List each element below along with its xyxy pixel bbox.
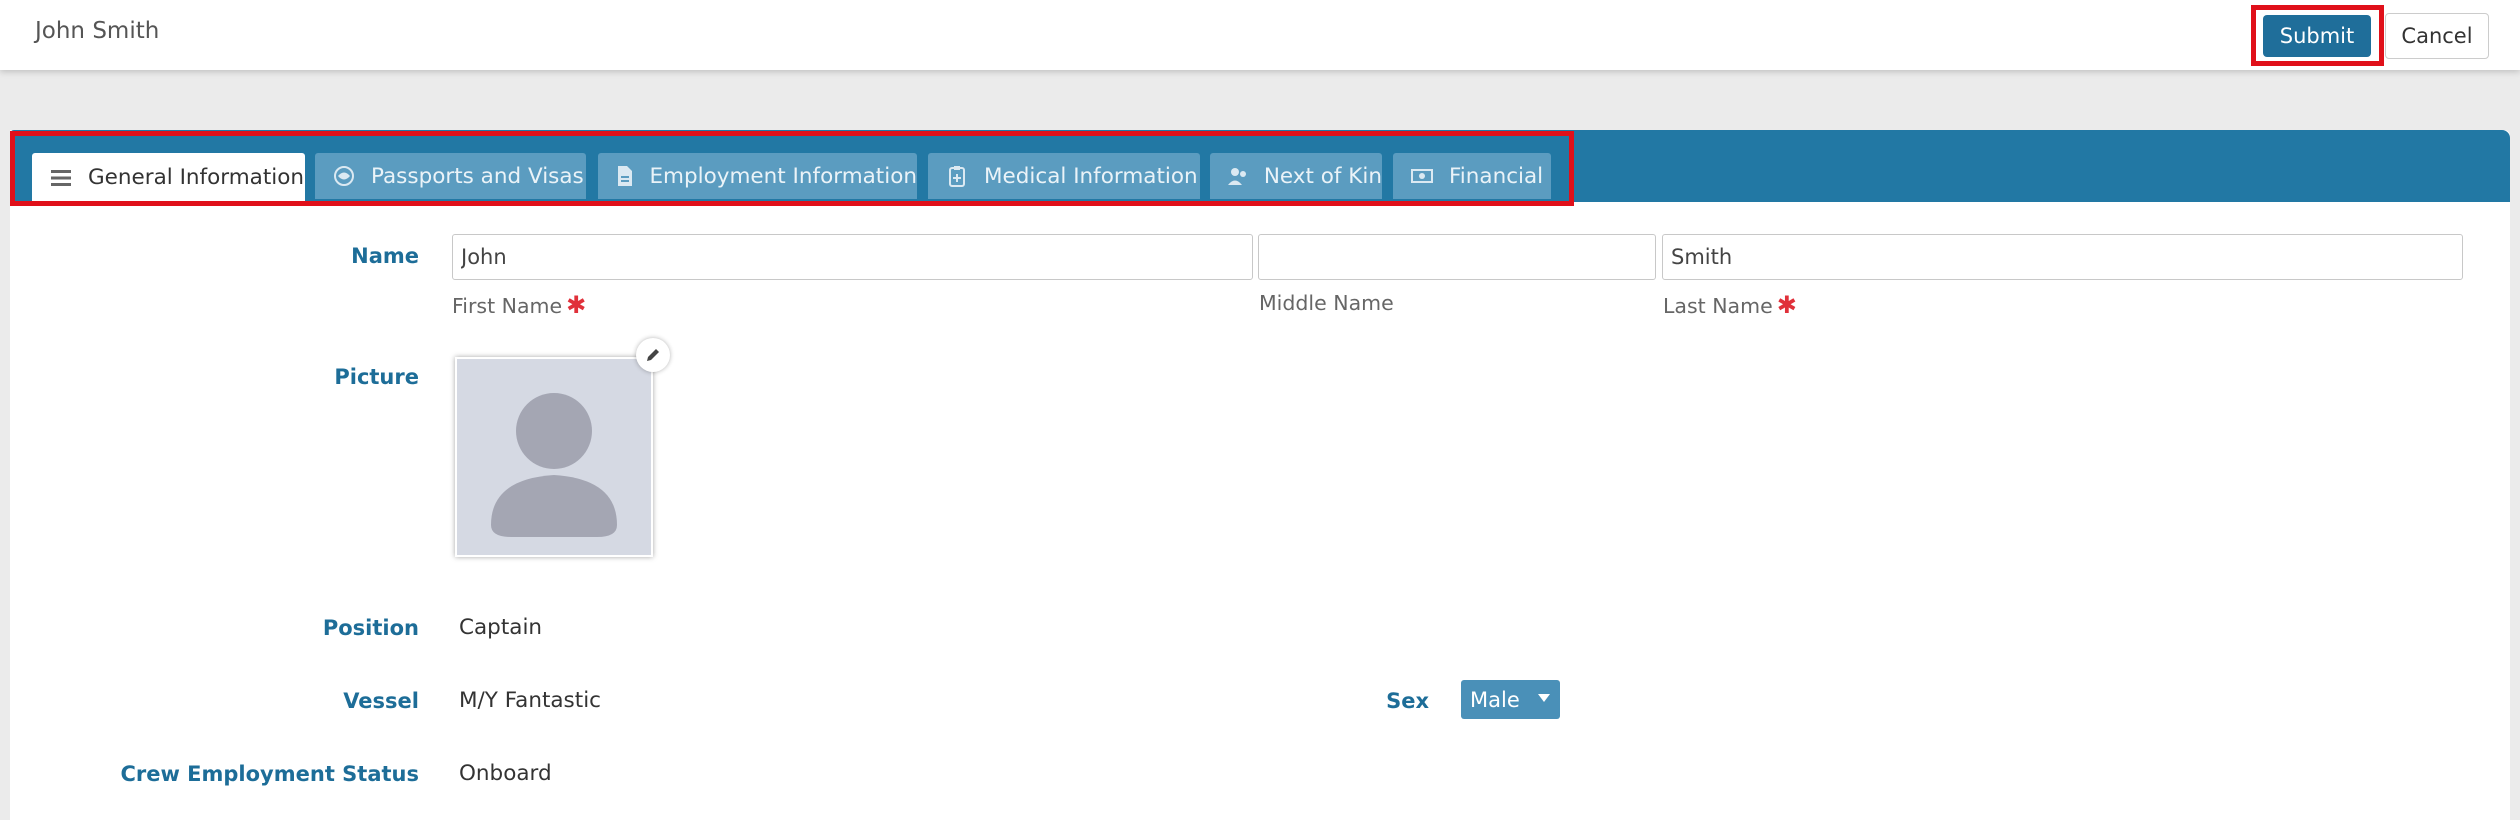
middle-name-input[interactable]	[1258, 234, 1656, 280]
submit-button[interactable]: Submit	[2263, 15, 2371, 57]
pencil-icon	[647, 349, 659, 361]
tabs-highlight-box	[10, 131, 1574, 206]
last-name-sublabel: Last Name ✱	[1663, 291, 1797, 319]
middle-name-sublabel: Middle Name	[1259, 291, 1394, 315]
required-asterisk: ✱	[566, 291, 587, 319]
last-name-sublabel-text: Last Name	[1663, 294, 1773, 318]
first-name-sublabel: First Name ✱	[452, 291, 586, 319]
cancel-button[interactable]: Cancel	[2385, 13, 2489, 59]
profile-picture[interactable]	[455, 357, 653, 557]
name-label: Name	[351, 244, 419, 268]
first-name-sublabel-text: First Name	[452, 294, 563, 318]
caret-down-icon	[1538, 694, 1550, 702]
avatar-placeholder-icon	[491, 393, 617, 537]
last-name-input[interactable]	[1662, 234, 2463, 280]
crew-employment-status-value: Onboard	[459, 761, 552, 786]
sex-label: Sex	[1386, 689, 1429, 713]
vessel-label: Vessel	[343, 689, 419, 713]
position-value: Captain	[459, 615, 543, 640]
position-label: Position	[322, 616, 419, 640]
top-header-bar: John Smith	[0, 0, 2520, 70]
crew-employment-status-label: Crew Employment Status	[120, 762, 419, 786]
sex-select-value: Male	[1470, 687, 1520, 712]
required-asterisk: ✱	[1776, 291, 1797, 319]
picture-label: Picture	[334, 365, 419, 389]
page-title: John Smith	[35, 18, 160, 44]
first-name-input[interactable]	[452, 234, 1253, 280]
edit-picture-button[interactable]	[636, 338, 670, 372]
vessel-value: M/Y Fantastic	[459, 688, 601, 713]
sex-select[interactable]: Male	[1461, 680, 1560, 719]
